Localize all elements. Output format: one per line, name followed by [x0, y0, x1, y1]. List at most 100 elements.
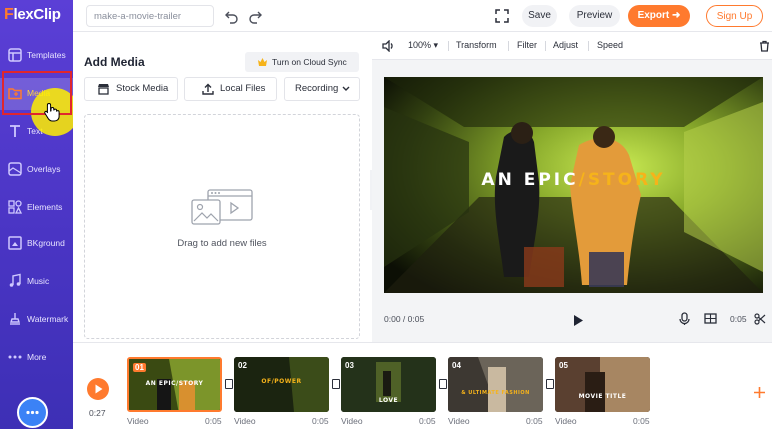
current-time: 0:00 / 0:05: [384, 314, 425, 324]
title-part-2: STORY: [587, 170, 666, 190]
sidebar-item-elements[interactable]: Elements: [0, 192, 73, 224]
zoom-dropdown[interactable]: 100% ▾: [408, 40, 438, 51]
clip-duration: 0:05: [205, 416, 222, 426]
clip-title: OF/POWER: [261, 378, 302, 385]
export-label: Export: [637, 10, 670, 21]
more-icon: [8, 355, 22, 359]
clip-number: 02: [238, 361, 247, 370]
fullscreen-icon[interactable]: [494, 8, 510, 24]
clip-title: AN EPIC/STORY: [145, 380, 204, 387]
timeline-clip-4[interactable]: 04 & ULTIMATE FASHION: [448, 357, 543, 412]
background-icon: [8, 236, 22, 250]
recording-dropdown[interactable]: Recording: [284, 77, 360, 101]
video-preview[interactable]: AN EPIC/STORY: [384, 77, 763, 293]
timeline-clip-1[interactable]: 01 AN EPIC/STORY: [127, 357, 222, 412]
clip-number: 03: [345, 361, 354, 370]
arrow-right-icon: ➜: [672, 10, 681, 21]
redo-icon[interactable]: [247, 8, 263, 24]
chevron-down-icon: ▾: [431, 40, 439, 50]
transform-button[interactable]: Transform: [456, 40, 497, 50]
divider: [508, 41, 509, 51]
timeline: 0:27 01 AN EPIC/STORY Video 0:05 02 OF/P…: [73, 342, 772, 429]
divider: [448, 41, 449, 51]
clip-title: & ULTIMATE FASHION: [461, 390, 530, 396]
volume-icon[interactable]: [382, 40, 395, 52]
preview-toolbar: 100% ▾ Transform Filter Adjust Speed: [372, 32, 772, 60]
sign-up-button[interactable]: Sign Up: [706, 5, 763, 27]
preview-panel: 100% ▾ Transform Filter Adjust Speed AN …: [372, 32, 772, 342]
filter-button[interactable]: Filter: [517, 40, 537, 50]
drop-zone[interactable]: Drag to add new files: [84, 114, 360, 339]
clip-type: Video: [127, 416, 149, 426]
preview-button[interactable]: Preview: [569, 5, 620, 27]
text-icon: [10, 125, 20, 137]
local-files-button[interactable]: Local Files: [184, 77, 277, 101]
clip-thumbnail: [448, 357, 543, 412]
stock-media-button[interactable]: Stock Media: [84, 77, 178, 101]
speed-button[interactable]: Speed: [597, 40, 623, 50]
sidebar-item-label: Music: [27, 276, 50, 286]
export-button[interactable]: Export ➜: [628, 5, 690, 27]
sidebar-item-label: Templates: [27, 50, 66, 60]
sidebar: FlexClip Templates Media Text Overlays E…: [0, 0, 79, 429]
clip-title: LOVE: [378, 397, 399, 404]
play-icon: [95, 384, 103, 394]
chat-support-button[interactable]: [17, 397, 48, 428]
microphone-icon[interactable]: [679, 312, 690, 326]
clip-duration: 0:05: [419, 416, 436, 426]
transition-icon[interactable]: [332, 379, 340, 389]
title-slash: /: [578, 170, 588, 190]
clip-thumbnail: [555, 357, 650, 412]
watermark-icon: [10, 313, 20, 325]
timeline-clip-3[interactable]: 03 LOVE: [341, 357, 436, 412]
clip-duration: 0:05: [633, 416, 650, 426]
sidebar-item-templates[interactable]: Templates: [0, 40, 73, 72]
transition-icon[interactable]: [546, 379, 554, 389]
chat-icon: [26, 410, 39, 415]
top-bar: Save Preview Export ➜ Sign Up: [73, 0, 772, 32]
overlays-icon: [8, 162, 22, 176]
timeline-play-button[interactable]: [87, 378, 109, 400]
upload-icon: [202, 83, 214, 95]
transition-icon[interactable]: [439, 379, 447, 389]
undo-icon[interactable]: [224, 8, 240, 24]
sidebar-item-label: Elements: [27, 202, 63, 212]
clip-type: Video: [341, 416, 363, 426]
clip-type: Video: [555, 416, 577, 426]
sidebar-item-more[interactable]: More: [0, 342, 73, 374]
flexclip-logo[interactable]: FlexClip: [4, 6, 61, 24]
crown-icon: [258, 58, 267, 66]
video-title-overlay: AN EPIC/STORY: [384, 170, 763, 190]
panel-title: Add Media: [84, 55, 145, 69]
clip-number: 01: [133, 363, 146, 372]
add-clip-icon[interactable]: [753, 386, 766, 399]
sidebar-item-label: Watermark: [27, 314, 69, 324]
subtitle-icon[interactable]: [704, 313, 717, 325]
clip-title: MOVIE TITLE: [578, 393, 627, 400]
sidebar-item-music[interactable]: Music: [0, 266, 73, 298]
music-icon: [9, 273, 21, 287]
transition-icon[interactable]: [225, 379, 233, 389]
total-duration: 0:27: [89, 408, 106, 418]
save-button[interactable]: Save: [522, 5, 557, 27]
clip-duration: 0:05: [526, 416, 543, 426]
sidebar-item-watermark[interactable]: Watermark: [0, 304, 73, 336]
cloud-sync-label: Turn on Cloud Sync: [272, 57, 347, 67]
title-part-1: AN EPIC: [481, 170, 579, 190]
clip-number: 04: [452, 361, 461, 370]
project-name-input[interactable]: [86, 5, 214, 27]
sidebar-item-overlays[interactable]: Overlays: [0, 154, 73, 186]
zoom-value: 100%: [408, 40, 432, 50]
adjust-button[interactable]: Adjust: [553, 40, 578, 50]
cloud-sync-button[interactable]: Turn on Cloud Sync: [245, 52, 359, 72]
elements-icon: [8, 200, 23, 214]
sidebar-item-bkground[interactable]: BKground: [0, 228, 73, 260]
timeline-clip-5[interactable]: 05 MOVIE TITLE: [555, 357, 650, 412]
play-button[interactable]: [573, 314, 584, 327]
chevron-down-icon: [342, 86, 350, 91]
sidebar-item-label: More: [27, 352, 47, 362]
scissors-icon[interactable]: [754, 313, 766, 325]
divider: [588, 41, 589, 51]
timeline-clip-2[interactable]: 02 OF/POWER: [234, 357, 329, 412]
trash-icon[interactable]: [759, 40, 770, 52]
